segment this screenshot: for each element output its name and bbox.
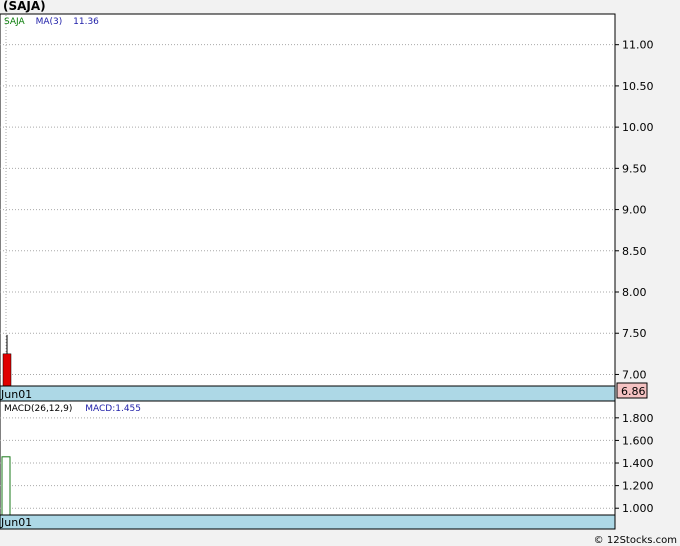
macd-bar [1,456,11,516]
macd-tick-label: 1.000 [622,502,654,515]
price-tick-label: 9.00 [622,204,647,217]
price-date-bar [0,385,616,402]
price-panel: 7.007.508.008.509.009.5010.0010.5011.00 … [0,13,654,402]
price-y-axis: 7.00 7.50 8.00 8.50 9.00 9.50 10.00 10.50 11.00 [615,39,654,381]
macd-legend-value: MACD:1.455 [85,404,141,414]
macd-tick-label: 1.400 [622,457,654,470]
credit-text: © 12Stocks.com [593,535,677,546]
legend-ticker: SAJA [4,17,26,27]
macd-date-label: Jun01 [0,516,32,529]
macd-y-axis: 1.000 1.200 1.400 1.600 1.800 [615,412,654,515]
legend-ma-label: MA(3) [36,17,63,27]
price-tick-label: 11.00 [622,39,654,52]
price-tick-label: 7.00 [622,368,647,381]
legend-ma-value: 11.36 [73,17,99,27]
price-date-label: Jun01 [0,388,32,401]
macd-tick-label: 1.200 [622,480,654,493]
macd-bars [1,456,11,516]
last-price-label: 6.86 [621,385,646,398]
price-tick-label: 8.50 [622,245,647,258]
macd-legend-label: MACD(26,12,9) [4,404,72,414]
price-tick-label: 10.50 [622,80,654,93]
macd-panel: 1.000 1.200 1.400 1.600 1.800 Jun01 MACD(26,… [0,400,654,530]
price-tick-label: 7.50 [622,327,647,340]
chart-canvas: 7.007.508.008.509.009.5010.0010.5011.00 … [0,13,654,530]
svg-text:SAJA MA(3) 11.36: SAJA MA(3) 11.36 [4,17,99,27]
price-tick-label: 8.00 [622,286,647,299]
price-panel-bg [0,13,616,387]
svg-text:MACD(26,12,9) MACD:1.455: MACD(26,12,9) MACD:1.455 [4,404,141,414]
macd-tick-label: 1.600 [622,434,654,447]
price-tick-label: 10.00 [622,121,654,134]
macd-date-bar [0,514,616,530]
macd-tick-label: 1.800 [622,412,654,425]
price-tick-label: 9.50 [622,162,647,175]
candle-body [2,353,12,387]
